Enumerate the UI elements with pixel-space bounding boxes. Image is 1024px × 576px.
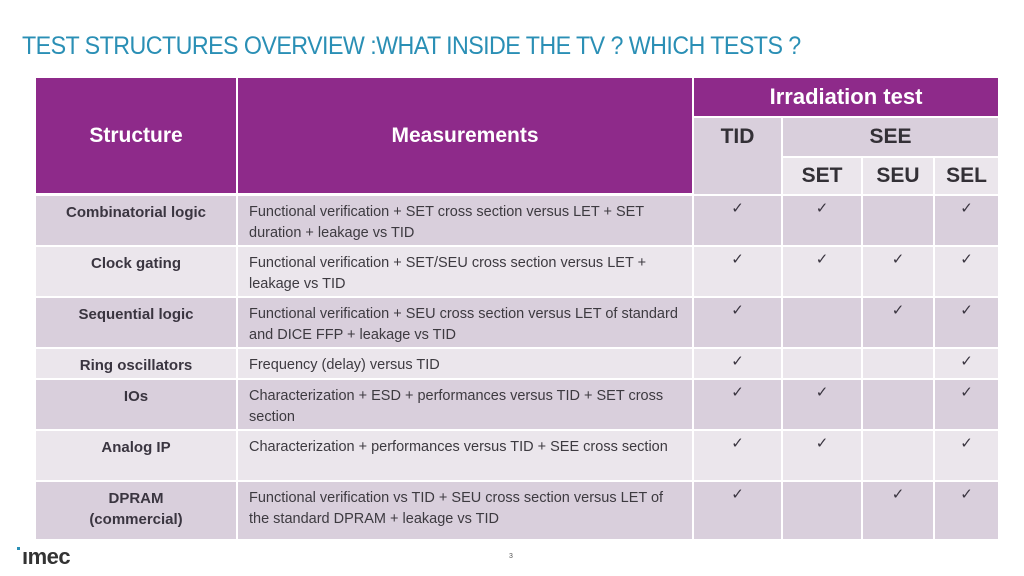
structure-cell: DPRAM (commercial) (36, 482, 236, 539)
checkmark-icon: ✓ (960, 435, 973, 452)
header-structure: Structure (36, 78, 236, 193)
header-see: SEE (783, 118, 998, 156)
structure-cell: IOs (36, 380, 236, 429)
slide-title: TEST STRUCTURES OVERVIEW :WHAT INSIDE TH… (22, 32, 801, 60)
checkmark-icon: ✓ (815, 251, 829, 268)
checkmark-icon: ✓ (960, 251, 973, 268)
checkmark-icon: ✓ (891, 251, 905, 268)
seu-cell: ✓ (863, 247, 933, 296)
imec-logo: ımec (22, 544, 71, 569)
set-cell (783, 482, 861, 539)
checkmark-icon: ✓ (960, 384, 973, 401)
tid-cell: ✓ (694, 431, 781, 480)
seu-cell (863, 349, 933, 378)
measurements-cell: Characterization + performances versus T… (238, 431, 692, 480)
sel-cell: ✓ (935, 196, 998, 245)
checkmark-icon: ✓ (960, 200, 973, 217)
checkmark-icon: ✓ (960, 353, 973, 370)
header-measurements: Measurements (238, 78, 692, 193)
header-sel: SEL (935, 158, 998, 194)
seu-cell: ✓ (863, 298, 933, 347)
set-cell (783, 349, 861, 378)
checkmark-icon: ✓ (731, 486, 744, 503)
sel-cell: ✓ (935, 298, 998, 347)
logo-dot (17, 547, 20, 550)
tid-cell: ✓ (694, 298, 781, 347)
checkmark-icon: ✓ (731, 353, 744, 370)
seu-cell: ✓ (863, 482, 933, 539)
tid-cell: ✓ (694, 196, 781, 245)
header-seu: SEU (863, 158, 933, 194)
tid-cell: ✓ (694, 349, 781, 378)
checkmark-icon: ✓ (731, 251, 744, 268)
sel-cell: ✓ (935, 431, 998, 480)
measurements-cell: Functional verification + SET/SEU cross … (238, 247, 692, 296)
checkmark-icon: ✓ (960, 302, 973, 319)
header-tid: TID (694, 118, 781, 194)
checkmark-icon: ✓ (815, 435, 829, 452)
set-cell (783, 298, 861, 347)
measurements-cell: Frequency (delay) versus TID (238, 349, 692, 378)
checkmark-icon: ✓ (731, 384, 744, 401)
checkmark-icon: ✓ (815, 200, 829, 217)
tid-cell: ✓ (694, 247, 781, 296)
checkmark-icon: ✓ (815, 384, 829, 401)
sel-cell: ✓ (935, 380, 998, 429)
structure-cell: Clock gating (36, 247, 236, 296)
tid-cell: ✓ (694, 380, 781, 429)
set-cell: ✓ (783, 247, 861, 296)
set-cell: ✓ (783, 196, 861, 245)
sel-cell: ✓ (935, 247, 998, 296)
checkmark-icon: ✓ (891, 486, 905, 503)
seu-cell (863, 380, 933, 429)
measurements-cell: Characterization + ESD + performances ve… (238, 380, 692, 429)
structure-cell: Sequential logic (36, 298, 236, 347)
structure-cell: Analog IP (36, 431, 236, 480)
checkmark-icon: ✓ (731, 200, 744, 217)
set-cell: ✓ (783, 380, 861, 429)
header-set: SET (783, 158, 861, 194)
sel-cell: ✓ (935, 482, 998, 539)
checkmark-icon: ✓ (731, 435, 744, 452)
measurements-cell: Functional verification + SET cross sect… (238, 196, 692, 245)
header-irradiation-test: Irradiation test (694, 78, 998, 116)
tid-cell: ✓ (694, 482, 781, 539)
measurements-cell: Functional verification vs TID + SEU cro… (238, 482, 692, 539)
measurements-cell: Functional verification + SEU cross sect… (238, 298, 692, 347)
checkmark-icon: ✓ (960, 486, 973, 503)
structure-cell: Ring oscillators (36, 349, 236, 378)
sel-cell: ✓ (935, 349, 998, 378)
checkmark-icon: ✓ (731, 302, 744, 319)
seu-cell (863, 196, 933, 245)
page-number: 3 (509, 553, 513, 560)
seu-cell (863, 431, 933, 480)
structure-cell: Combinatorial logic (36, 196, 236, 245)
set-cell: ✓ (783, 431, 861, 480)
checkmark-icon: ✓ (891, 302, 905, 319)
